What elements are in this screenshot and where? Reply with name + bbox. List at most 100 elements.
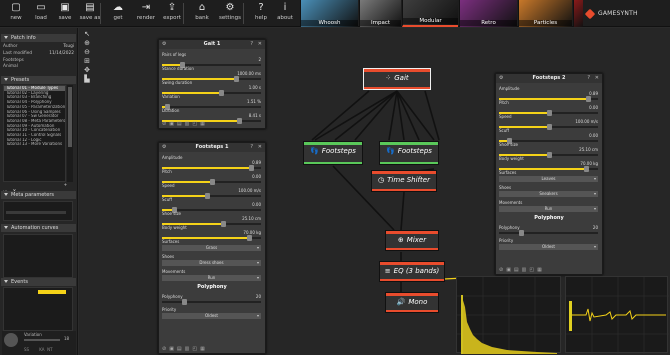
param-value[interactable]: 0.00 bbox=[252, 202, 261, 207]
presets-header[interactable]: Presets bbox=[1, 76, 76, 84]
get-button[interactable]: ☁ get bbox=[106, 2, 130, 25]
settings-icon[interactable]: ⚙ bbox=[499, 74, 503, 83]
model-tab-extra[interactable] bbox=[573, 0, 583, 27]
priority-dropdown[interactable]: Oldest bbox=[162, 313, 261, 319]
param-value[interactable]: 25.10 cm bbox=[579, 147, 598, 152]
bank-button[interactable]: ⌂ bank bbox=[190, 2, 214, 25]
slider-handle[interactable] bbox=[219, 90, 225, 96]
param-value[interactable]: 25.10 cm bbox=[242, 216, 261, 221]
model-tab-impact[interactable]: Impact bbox=[359, 0, 401, 27]
param-value[interactable]: 0.00 bbox=[589, 105, 598, 110]
patch-canvas[interactable]: ↖ ⊕ ⊖ ⊞ ✥ ▙ ⚙ Gait 1? ✕ Pairs of legs 2 Stan… bbox=[79, 28, 670, 355]
polyphony-slider[interactable] bbox=[162, 299, 261, 305]
slider-handle[interactable] bbox=[204, 193, 210, 199]
slider-handle[interactable] bbox=[586, 96, 592, 102]
save-button[interactable]: ▣ save bbox=[53, 2, 77, 25]
zoom-out-icon[interactable]: ⊖ bbox=[82, 48, 92, 57]
param-value[interactable]: 70.00 kg bbox=[243, 230, 261, 235]
settings-button[interactable]: ⚙ settings bbox=[218, 2, 242, 25]
movements-dropdown[interactable]: Run bbox=[499, 206, 598, 212]
param-value[interactable]: 100.00 m/s bbox=[575, 119, 598, 124]
model-tab-modular[interactable]: Modular bbox=[402, 0, 458, 27]
slider-handle[interactable] bbox=[584, 166, 590, 172]
polyphony-value[interactable]: 20 bbox=[256, 294, 261, 299]
footsteps-1-header[interactable]: ⚙ Footsteps 1? ✕ bbox=[159, 143, 265, 152]
param-value[interactable]: 8.41 s bbox=[249, 113, 261, 118]
mono-output-node[interactable]: 🔊 Mono bbox=[385, 292, 439, 313]
footsteps-node-1[interactable]: 👣 Footsteps bbox=[303, 141, 363, 165]
meta-parameter-slider[interactable] bbox=[6, 211, 66, 214]
polyphony-slider[interactable] bbox=[499, 230, 598, 236]
panel-footer-icons[interactable]: ⊘▣▤▥◰▦ bbox=[162, 121, 208, 127]
event-marker[interactable] bbox=[38, 290, 66, 294]
movements-dropdown[interactable]: Run bbox=[162, 275, 261, 281]
fit-view-icon[interactable]: ⊞ bbox=[82, 57, 92, 66]
save-as-button[interactable]: ▤ save as bbox=[78, 2, 102, 25]
param-value[interactable]: 1000.00 ms bbox=[237, 71, 261, 76]
footsteps-node-2[interactable]: 👣 Footsteps bbox=[379, 141, 439, 165]
model-tab-particles[interactable]: Particles bbox=[518, 0, 572, 27]
model-tab-retro[interactable]: Retro bbox=[459, 0, 517, 27]
preset-item[interactable]: Tutorial 13 - More Variations bbox=[4, 142, 65, 147]
close-icon[interactable]: ✕ bbox=[258, 40, 262, 49]
slider-handle[interactable] bbox=[181, 299, 187, 305]
footsteps-2-header[interactable]: ⚙ Footsteps 2? ✕ bbox=[496, 74, 602, 83]
gait-node[interactable]: ⁘ Gait bbox=[363, 68, 431, 90]
panel-footer-icons[interactable]: ⊘▣▤▥◰▦ bbox=[499, 267, 545, 273]
surfaces-dropdown[interactable]: Leaves bbox=[499, 176, 598, 182]
play-button[interactable] bbox=[4, 333, 18, 347]
variation-slider[interactable] bbox=[24, 339, 60, 341]
patch-info-header[interactable]: Patch info bbox=[1, 34, 76, 42]
close-icon[interactable]: ✕ bbox=[258, 143, 262, 152]
automation-curves-header[interactable]: Automation curves bbox=[1, 224, 76, 232]
help-icon[interactable]: ? bbox=[587, 74, 590, 83]
param-slider[interactable] bbox=[499, 124, 598, 130]
slider-handle[interactable] bbox=[546, 152, 552, 158]
eq-node[interactable]: ≡ EQ (3 bands) bbox=[379, 261, 445, 282]
param-value[interactable]: 1.51 % bbox=[247, 99, 261, 104]
param-slider[interactable] bbox=[162, 165, 261, 171]
meta-parameters-header[interactable]: Meta parameters bbox=[1, 191, 76, 199]
slider-handle[interactable] bbox=[518, 230, 524, 236]
param-value[interactable]: 100.00 m/s bbox=[238, 188, 261, 193]
shoes-dropdown[interactable]: Sneakers bbox=[499, 191, 598, 197]
settings-icon[interactable]: ⚙ bbox=[162, 40, 166, 49]
render-button[interactable]: ⇥ render bbox=[134, 2, 158, 25]
about-button[interactable]: i about bbox=[273, 2, 297, 25]
pan-tool-icon[interactable]: ✥ bbox=[82, 66, 92, 75]
slider-handle[interactable] bbox=[249, 165, 255, 171]
help-button[interactable]: ? help bbox=[249, 2, 273, 25]
slider-handle[interactable] bbox=[209, 179, 215, 185]
priority-dropdown[interactable]: Oldest bbox=[499, 244, 598, 250]
scroll-thumb[interactable] bbox=[68, 87, 72, 147]
new-button[interactable]: ▢ new bbox=[4, 2, 28, 25]
time-shifter-node[interactable]: ◷ Time Shifter bbox=[371, 170, 437, 192]
param-slider[interactable] bbox=[499, 96, 598, 102]
param-value[interactable]: 1.00 s bbox=[249, 85, 261, 90]
mixer-node[interactable]: ⊕ Mixer bbox=[385, 230, 439, 251]
param-value[interactable]: 0.00 bbox=[252, 174, 261, 179]
help-icon[interactable]: ? bbox=[250, 40, 253, 49]
shoes-dropdown[interactable]: Dress shoes bbox=[162, 260, 261, 266]
param-slider[interactable] bbox=[162, 179, 261, 185]
footer-ka[interactable]: KA bbox=[39, 347, 44, 352]
slider-handle[interactable] bbox=[221, 221, 227, 227]
param-slider[interactable] bbox=[162, 193, 261, 199]
param-value[interactable]: 70.00 kg bbox=[580, 161, 598, 166]
settings-icon[interactable]: ⚙ bbox=[162, 143, 166, 152]
polyphony-value[interactable]: 20 bbox=[593, 225, 598, 230]
slider-handle[interactable] bbox=[247, 235, 253, 241]
load-button[interactable]: ▭ load bbox=[29, 2, 53, 25]
surfaces-dropdown[interactable]: Grass bbox=[162, 245, 261, 251]
footer-ss[interactable]: SS bbox=[24, 347, 29, 352]
slider-handle[interactable] bbox=[237, 118, 243, 124]
param-slider[interactable] bbox=[499, 110, 598, 116]
events-header[interactable]: Events bbox=[1, 278, 76, 286]
help-icon[interactable]: ? bbox=[250, 143, 253, 152]
param-value[interactable]: 2 bbox=[258, 57, 261, 62]
slider-handle[interactable] bbox=[546, 110, 552, 116]
zoom-in-icon[interactable]: ⊕ bbox=[82, 39, 92, 48]
pointer-tool-icon[interactable]: ↖ bbox=[82, 30, 92, 39]
graph-view-icon[interactable]: ▙ bbox=[82, 75, 92, 84]
footer-buttons[interactable]: SS KA NT bbox=[24, 347, 74, 352]
